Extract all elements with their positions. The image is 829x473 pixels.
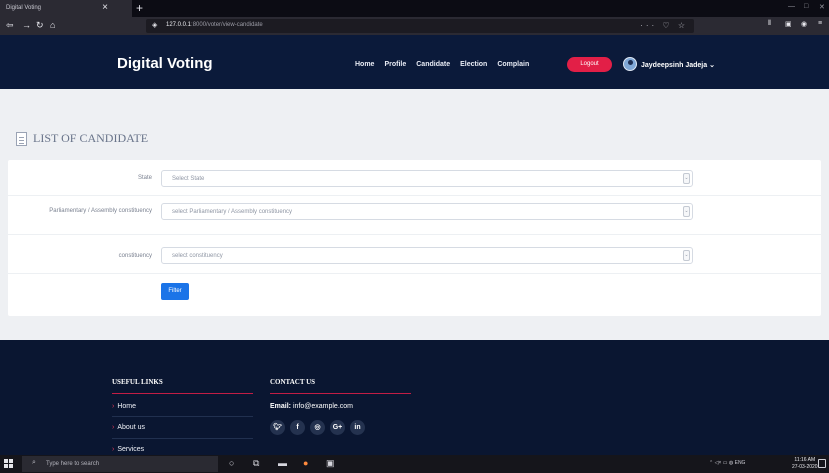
page-title-text: LIST OF CANDIDATE [33,131,149,145]
clock-date: 27-03-2020 [792,464,818,470]
site-footer: USEFUL LINKS › Home › About us › Services C… [0,340,829,455]
useful-links-heading: USEFUL LINKS [112,378,163,386]
footer-link-home[interactable]: › Home [112,403,136,410]
minimize-icon[interactable]: — [788,3,795,10]
main-content: LIST OF CANDIDATE State Select State ⌄ P… [0,89,829,340]
url-text: 127.0.0.1:8000/voter/view-candidate [166,22,263,28]
row-divider [8,273,821,274]
chevron-down-icon: ⌄ [709,62,715,69]
window-close-icon[interactable]: ✕ [819,3,825,11]
footer-link-label: Home [117,403,137,410]
state-select-value: Select State [172,176,205,182]
shield-icon: ◈ [152,22,158,29]
social-links: 🐦︎ f ◎ G+ in [270,420,365,435]
menu-item-home[interactable]: Home [355,61,374,68]
main-menu: Home Profile Candidate Election Complain [355,61,529,68]
system-tray[interactable]: ⌃ ◁× ▭ ◍ ENG [709,460,745,466]
footer-link-services[interactable]: › Services [112,446,144,453]
page-actions-icon[interactable]: ··· ♡ ☆ [640,21,688,30]
constituency-label: constituency [118,253,152,259]
new-tab-icon[interactable]: + [136,1,143,15]
filter-button[interactable]: Filter [161,283,189,300]
contact-email: Email: info@example.com [270,403,353,410]
heading-underline [112,393,253,394]
chevron-down-icon: ⌄ [683,173,690,184]
library-icon[interactable]: ⫴ [768,20,771,28]
taskbar-clock[interactable]: 11:16 AM 27-03-2020 [792,457,818,471]
chevron-right-icon: › [112,446,115,453]
logout-button[interactable]: Logout [567,57,612,72]
row-divider [8,234,821,235]
chevron-down-icon: ⌄ [683,206,690,217]
url-path: :8000/voter/view-candidate [191,22,263,28]
menu-item-complain[interactable]: Complain [497,61,529,68]
email-value[interactable]: info@example.com [293,403,353,410]
chevron-down-icon: ⌄ [683,250,690,261]
chevron-right-icon: › [112,424,115,431]
browser-nav-bar: ⇦ → ↻ ⌂ ◈ 127.0.0.1:8000/voter/view-cand… [0,17,829,35]
footer-link-about[interactable]: › About us [112,424,145,431]
home-icon[interactable]: ⌂ [50,20,55,30]
google-plus-icon[interactable]: G+ [330,420,345,435]
page-title: LIST OF CANDIDATE [16,131,148,146]
photos-app-icon[interactable]: ▣ [326,458,335,469]
state-label: State [137,175,152,181]
assembly-constituency-label: Parliamentary / Assembly constituency [49,208,152,214]
menu-item-election[interactable]: Election [460,61,487,68]
linkedin-icon[interactable]: in [350,420,365,435]
constituency-select-value: select constituency [172,253,223,259]
tray-language: ENG [734,460,746,466]
menu-item-candidate[interactable]: Candidate [416,61,450,68]
account-icon[interactable]: ◉ [801,20,807,28]
footer-link-label: Services [117,446,145,453]
tab-title: Digital Voting [6,5,42,11]
task-view-icon[interactable]: ⧉ [253,458,259,469]
link-divider [112,416,253,417]
maximize-icon[interactable]: □ [804,3,808,10]
notification-icon[interactable] [818,459,826,468]
back-icon[interactable]: ⇦ [6,20,14,31]
link-divider [112,438,253,439]
sidebar-icon[interactable]: ▣ [785,20,792,28]
state-select[interactable]: Select State ⌄ [161,170,693,187]
url-host: 127.0.0.1 [166,22,192,28]
document-icon [16,131,27,146]
browser-tab-bar: Digital Voting × + — □ ✕ [0,0,829,17]
browser-tab[interactable]: Digital Voting × [0,0,132,17]
os-taskbar: ⌕ Type here to search ○ ⧉ ▬ ● ▣ ⌃ ◁× ▭ ◍… [0,455,829,473]
heading-underline [270,393,411,394]
reload-icon[interactable]: ↻ [36,20,44,31]
constituency-select[interactable]: select constituency ⌄ [161,247,693,264]
search-icon: ⌕ [32,459,36,466]
instagram-icon[interactable]: ◎ [310,420,325,435]
close-tab-icon[interactable]: × [102,2,108,13]
filter-card: State Select State ⌄ Parliamentary / Ass… [8,160,821,316]
assembly-constituency-select[interactable]: select Parliamentary / Assembly constitu… [161,203,693,220]
taskbar-search-input[interactable]: ⌕ Type here to search [22,456,218,472]
contact-heading: CONTACT US [270,378,316,386]
forward-icon[interactable]: → [22,20,31,30]
windows-start-icon[interactable] [4,459,14,469]
address-bar[interactable]: ◈ 127.0.0.1:8000/voter/view-candidate ··… [146,19,694,33]
assembly-constituency-select-value: select Parliamentary / Assembly constitu… [172,209,293,215]
file-explorer-icon[interactable]: ▬ [278,458,287,468]
twitter-icon[interactable]: 🐦︎ [270,420,285,435]
username: Jaydeepsinh Jadeja [641,62,708,69]
clock-time: 11:16 AM [794,457,816,463]
firefox-icon[interactable]: ● [303,458,308,468]
site-header: Digital Voting Home Profile Candidate El… [0,35,829,89]
avatar[interactable] [623,57,637,71]
user-menu[interactable]: Jaydeepsinh Jadeja ⌄ [641,61,715,69]
menu-item-profile[interactable]: Profile [384,61,406,68]
row-divider [8,195,821,196]
footer-link-label: About us [117,424,145,431]
facebook-icon[interactable]: f [290,420,305,435]
chevron-right-icon: › [112,403,115,410]
taskbar-search-placeholder: Type here to search [46,461,100,467]
menu-icon[interactable]: ≡ [818,20,822,27]
site-brand[interactable]: Digital Voting [117,55,213,72]
email-label: Email: [270,403,292,410]
cortana-icon[interactable]: ○ [229,458,234,468]
